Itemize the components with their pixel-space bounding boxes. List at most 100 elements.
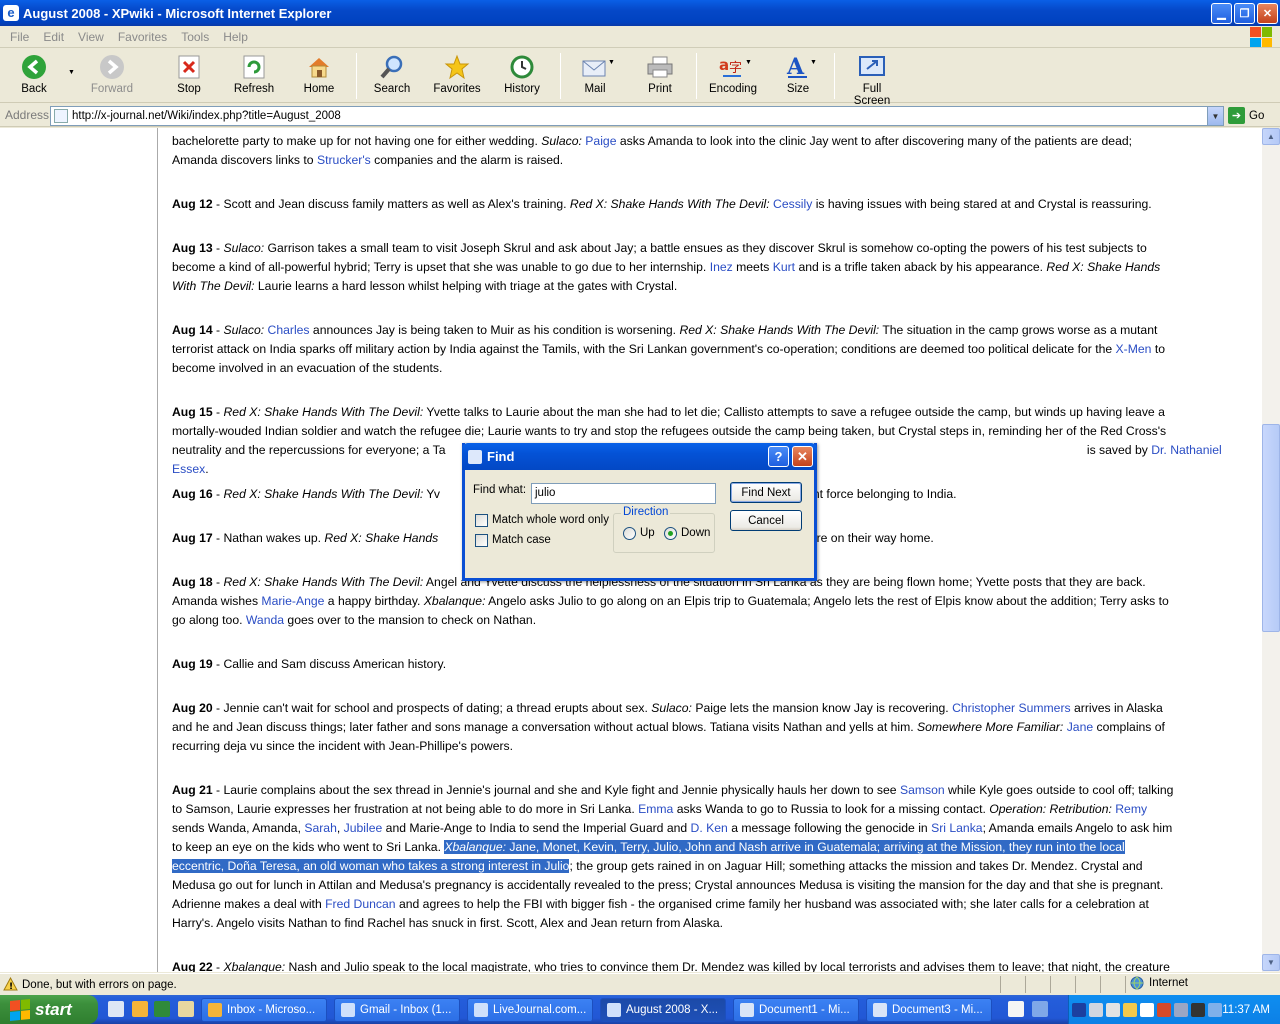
task-document3[interactable]: Document3 - Mi... (866, 998, 992, 1022)
paragraph-aug-22: Aug 22 - Xbalanque: Nash and Julio speak… (172, 960, 1170, 972)
back-button[interactable]: Back (14, 53, 54, 95)
tray-icon-7[interactable] (1174, 1002, 1188, 1017)
cancel-button[interactable]: Cancel (730, 510, 802, 531)
windows-logo-icon (1250, 27, 1272, 47)
history-button[interactable]: History (500, 53, 544, 95)
home-button[interactable]: Home (300, 53, 338, 95)
link-cessily[interactable]: Cessily (773, 197, 812, 211)
tray-icon-1[interactable] (1072, 1002, 1086, 1017)
down-label[interactable]: Down (681, 527, 710, 539)
link-inez[interactable]: Inez (710, 260, 733, 274)
tray-icon-9[interactable] (1208, 1002, 1222, 1017)
task-gmail[interactable]: Gmail - Inbox (1... (334, 998, 460, 1022)
mail-dropdown-icon[interactable]: ▼ (608, 59, 615, 66)
link-d-ken[interactable]: D. Ken (691, 821, 728, 835)
tray-icon-3[interactable] (1106, 1002, 1120, 1017)
search-button[interactable]: Search (370, 53, 414, 95)
menu-help[interactable]: Help (223, 30, 248, 44)
menu-tools[interactable]: Tools (181, 30, 209, 44)
back-dropdown-icon[interactable]: ▼ (68, 69, 75, 76)
minimize-button[interactable]: ▁ (1211, 3, 1232, 24)
dialog-close-button[interactable]: ✕ (792, 446, 813, 467)
warning-icon[interactable]: ! (3, 977, 18, 991)
quicklaunch-desktop-icon[interactable] (108, 1001, 124, 1017)
match-whole-word-label[interactable]: Match whole word only (492, 514, 609, 526)
link-x-men[interactable]: X-Men (1116, 342, 1152, 356)
address-bar: Address http://x-journal.net/Wiki/index.… (0, 104, 1280, 127)
link-remy[interactable]: Remy (1115, 802, 1147, 816)
window-title-bar[interactable]: e August 2008 - XPwiki - Microsoft Inter… (0, 0, 1280, 26)
refresh-button[interactable]: Refresh (232, 53, 276, 95)
full-screen-button[interactable]: Full Screen (844, 53, 900, 107)
match-case-checkbox[interactable] (475, 534, 488, 547)
menu-view[interactable]: View (78, 30, 104, 44)
up-label[interactable]: Up (640, 527, 655, 539)
menu-edit[interactable]: Edit (43, 30, 64, 44)
link-sri-lanka[interactable]: Sri Lanka (931, 821, 983, 835)
tray-icon-8[interactable] (1191, 1002, 1205, 1017)
help-button[interactable]: ? (768, 446, 789, 467)
task-august-2008[interactable]: August 2008 - X... (600, 998, 726, 1022)
maximize-button[interactable]: ❐ (1234, 3, 1255, 24)
print-button[interactable]: Print (642, 53, 678, 95)
close-button[interactable]: ✕ (1257, 3, 1278, 24)
link-fred-duncan[interactable]: Fred Duncan (325, 897, 395, 911)
menu-file[interactable]: File (10, 30, 29, 44)
quicklaunch-excel-icon[interactable] (154, 1001, 170, 1017)
direction-group: Direction Up Down (613, 506, 715, 553)
scroll-thumb[interactable] (1262, 424, 1280, 632)
quicklaunch-outlook-icon[interactable] (132, 1001, 148, 1017)
encoding-dropdown-icon[interactable]: ▼ (745, 59, 752, 66)
tray-icon-6[interactable] (1157, 1002, 1171, 1017)
link-samson[interactable]: Samson (900, 783, 945, 797)
task-inbox[interactable]: Inbox - Microso... (201, 998, 327, 1022)
go-button[interactable]: ➔ Go (1228, 107, 1264, 124)
link-marie-ange[interactable]: Marie-Ange (261, 594, 324, 608)
tray-icon-4[interactable] (1123, 1002, 1137, 1017)
find-dialog-title-bar[interactable]: Find ? ✕ (462, 443, 817, 470)
match-whole-word-checkbox[interactable] (475, 514, 488, 527)
quicklaunch-folder-icon[interactable] (178, 1001, 194, 1017)
menu-favorites[interactable]: Favorites (118, 30, 167, 44)
up-radio[interactable] (623, 527, 636, 540)
size-dropdown-icon[interactable]: ▼ (810, 59, 817, 66)
windows-flag-icon (10, 998, 30, 1021)
clock[interactable]: 11:37 AM (1222, 1004, 1270, 1016)
tray-icon-5[interactable] (1140, 1002, 1154, 1017)
find-what-input[interactable]: julio (531, 483, 716, 504)
match-case-label[interactable]: Match case (492, 534, 551, 546)
scroll-up-icon[interactable]: ▲ (1262, 128, 1280, 145)
address-url: http://x-journal.net/Wiki/index.php?titl… (72, 110, 341, 122)
scroll-down-icon[interactable]: ▼ (1262, 954, 1280, 971)
link-emma[interactable]: Emma (638, 802, 673, 816)
favorites-button[interactable]: Favorites (432, 53, 482, 95)
language-icon[interactable] (1032, 1001, 1048, 1017)
address-dropdown-icon[interactable]: ▼ (1207, 107, 1223, 125)
window-title: August 2008 - XPwiki - Microsoft Interne… (23, 5, 332, 21)
link-sarah[interactable]: Sarah (304, 821, 337, 835)
link-strucker[interactable]: Strucker's (317, 153, 371, 167)
start-button[interactable]: start (0, 995, 98, 1024)
task-livejournal[interactable]: LiveJournal.com... (467, 998, 593, 1022)
link-kurt[interactable]: Kurt (773, 260, 795, 274)
down-radio[interactable] (664, 527, 677, 540)
link-christopher-summers[interactable]: Christopher Summers (952, 701, 1071, 715)
link-charles[interactable]: Charles (268, 323, 310, 337)
stop-button[interactable]: Stop (170, 53, 208, 95)
direction-label: Direction (621, 506, 671, 518)
vertical-scrollbar[interactable]: ▲ ▼ (1262, 128, 1280, 972)
help-icon[interactable] (1008, 1001, 1024, 1017)
link-jane[interactable]: Jane (1067, 720, 1093, 734)
taskbar: start Inbox - Microso... Gmail - Inbox (… (0, 995, 1280, 1024)
security-zone[interactable]: Internet (1130, 976, 1188, 990)
task-document1[interactable]: Document1 - Mi... (733, 998, 859, 1022)
mail-icon (581, 53, 609, 81)
address-input[interactable]: http://x-journal.net/Wiki/index.php?titl… (50, 106, 1224, 126)
find-next-button[interactable]: Find Next (730, 482, 802, 503)
link-wanda[interactable]: Wanda (246, 613, 284, 627)
link-jubilee[interactable]: Jubilee (344, 821, 383, 835)
refresh-icon (240, 53, 268, 81)
link-paige[interactable]: Paige (585, 134, 616, 148)
tray-icon-2[interactable] (1089, 1002, 1103, 1017)
forward-button[interactable]: Forward (88, 53, 136, 95)
